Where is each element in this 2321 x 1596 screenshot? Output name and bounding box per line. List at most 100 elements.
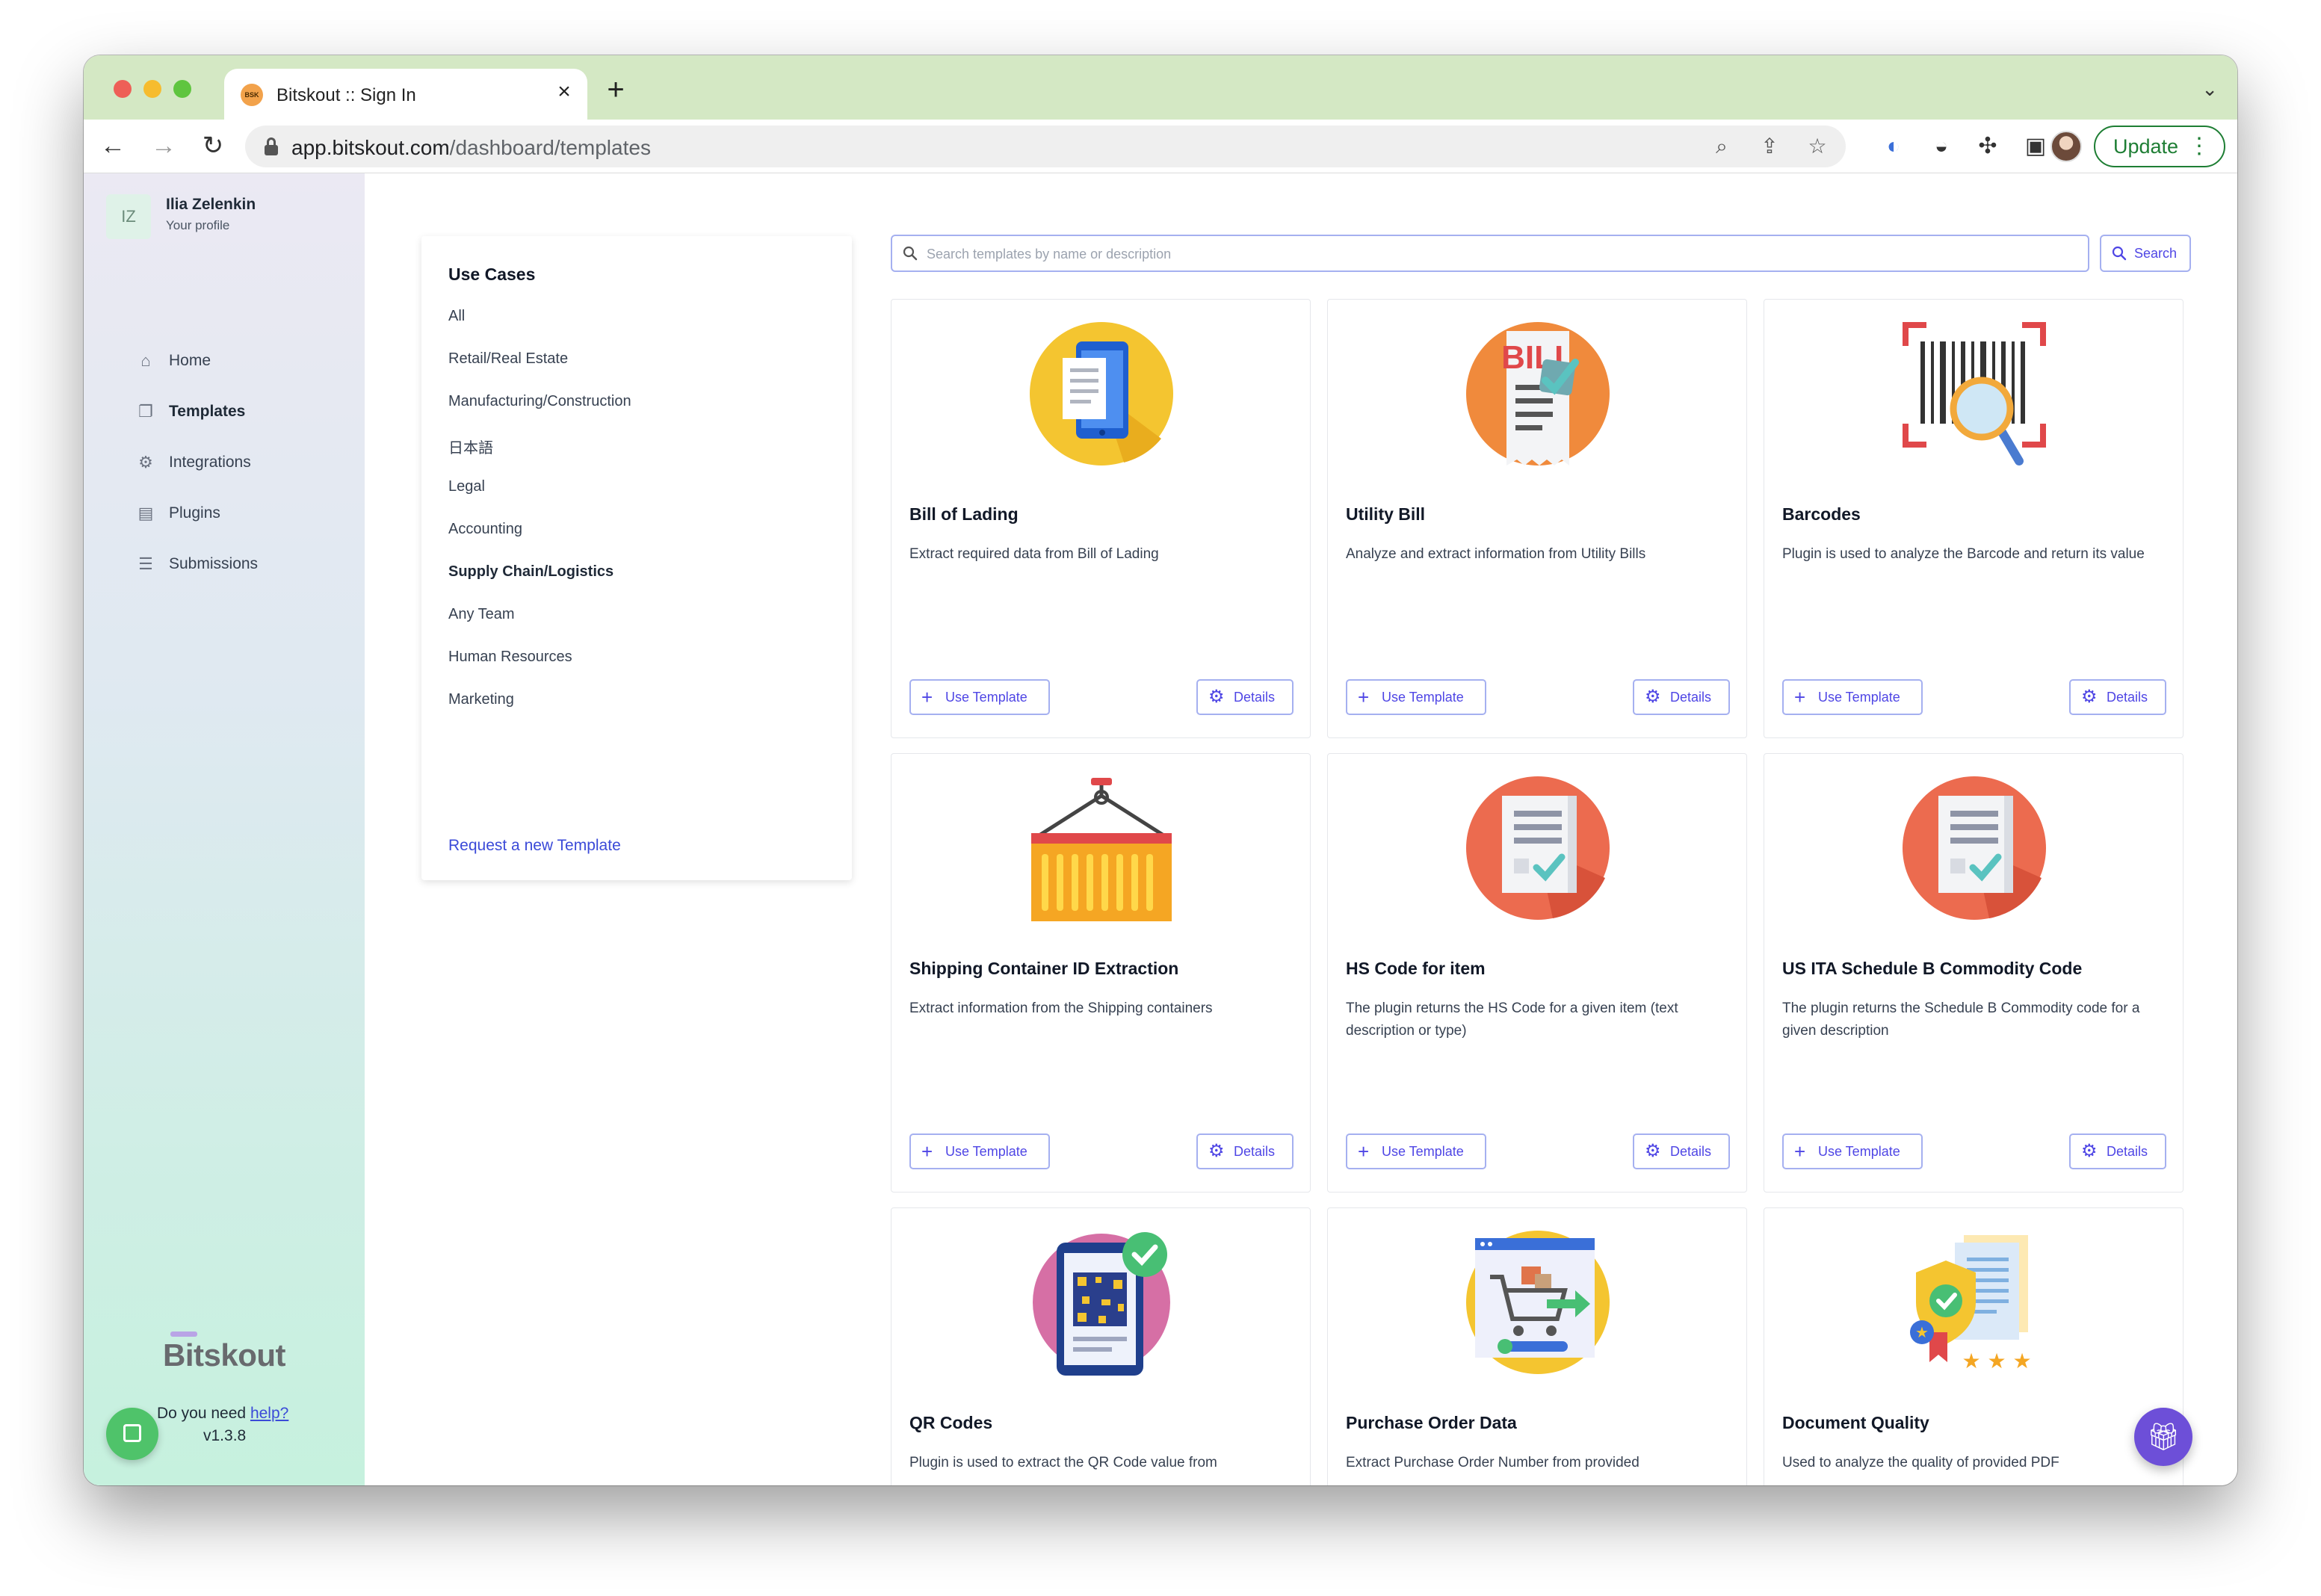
template-card: Shipping Container ID Extraction Extract… xyxy=(891,753,1311,1193)
template-description: Extract Purchase Order Number from provi… xyxy=(1346,1455,1639,1470)
use-case-retail[interactable]: Retail/Real Estate xyxy=(448,350,568,368)
maximize-window-button[interactable] xyxy=(173,80,191,98)
quality-badge-icon: ★ ★ ★ ★ xyxy=(1910,1235,2032,1373)
reload-icon[interactable]: ↻ xyxy=(196,129,230,163)
bookmark-star-icon[interactable]: ☆ xyxy=(1804,133,1831,160)
use-case-japanese[interactable]: 日本語 xyxy=(448,436,493,457)
template-title: Purchase Order Data xyxy=(1346,1413,1517,1432)
close-window-button[interactable] xyxy=(114,80,132,98)
help-text: Do you need help? xyxy=(157,1405,289,1422)
details-button[interactable]: ⚙ Details xyxy=(1196,679,1294,715)
back-icon[interactable]: ← xyxy=(96,129,130,163)
use-case-manufacturing[interactable]: Manufacturing/Construction xyxy=(448,393,631,410)
details-button[interactable]: ⚙ Details xyxy=(2069,1133,2166,1169)
sidebar: IZ Ilia Zelenkin Your profile ⌂ Home ❐ T… xyxy=(84,173,365,1485)
use-template-button[interactable]: + Use Template xyxy=(909,679,1050,715)
use-template-button[interactable]: + Use Template xyxy=(1346,1133,1486,1169)
menu-dots-icon: ⋮ xyxy=(2188,134,2210,158)
document-check-icon xyxy=(1903,776,2046,920)
use-template-button[interactable]: + Use Template xyxy=(1782,1133,1923,1169)
use-case-supply-chain[interactable]: Supply Chain/Logistics xyxy=(448,563,614,581)
tab-title: Bitskout :: Sign In xyxy=(276,85,416,105)
sidebar-item-submissions[interactable]: ☰ Submissions xyxy=(136,550,345,580)
brand-logo: Bitskout xyxy=(163,1337,286,1373)
browser-update-button[interactable]: Update ⋮ xyxy=(2094,126,2225,167)
template-card: QR Codes Plugin is used to extract the Q… xyxy=(891,1207,1311,1485)
use-template-button[interactable]: + Use Template xyxy=(1782,679,1923,715)
sidebar-item-home[interactable]: ⌂ Home xyxy=(136,347,345,377)
use-template-button[interactable]: + Use Template xyxy=(1346,679,1486,715)
search-field[interactable] xyxy=(891,235,2089,272)
sidepanel-icon[interactable]: ▣ xyxy=(2019,130,2052,163)
svg-text:★: ★ xyxy=(2012,1349,2031,1373)
template-title: HS Code for item xyxy=(1346,959,1486,978)
search-input[interactable] xyxy=(927,244,2048,265)
zoom-icon[interactable]: ⌕ xyxy=(1708,133,1735,160)
templates-icon: ❐ xyxy=(138,402,153,421)
bill-icon: BILL xyxy=(1466,322,1610,466)
request-template-link[interactable]: Request a new Template xyxy=(448,837,621,855)
template-card: Purchase Order Data Extract Purchase Ord… xyxy=(1327,1207,1747,1485)
use-case-marketing[interactable]: Marketing xyxy=(448,691,514,708)
help-link[interactable]: help? xyxy=(250,1405,288,1422)
details-button[interactable]: ⚙ Details xyxy=(1633,679,1730,715)
gear-icon: ⚙ xyxy=(2081,1141,2098,1161)
profile-name[interactable]: Ilia Zelenkin xyxy=(166,196,256,214)
gear-icon: ⚙ xyxy=(1645,1141,1661,1161)
plus-icon: + xyxy=(1358,1140,1370,1163)
search-button[interactable]: Search xyxy=(2100,235,2191,272)
template-card: Barcodes Plugin is used to analyze the B… xyxy=(1764,299,2184,738)
chat-help-button[interactable] xyxy=(106,1408,158,1460)
gear-icon: ⚙ xyxy=(138,453,153,471)
gift-icon[interactable]: 🎁︎ xyxy=(2134,1408,2192,1466)
extension-icon[interactable]: ◐ xyxy=(1877,130,1910,163)
share-icon[interactable]: ⇪ xyxy=(1756,133,1783,160)
details-button[interactable]: ⚙ Details xyxy=(2069,679,2166,715)
extension-disk-icon[interactable]: ◒ xyxy=(1925,130,1958,163)
list-icon: ☰ xyxy=(138,554,153,573)
template-title: Document Quality xyxy=(1782,1413,1929,1432)
mobile-document-icon xyxy=(1030,322,1173,466)
template-card: HS Code for item The plugin returns the … xyxy=(1327,753,1747,1193)
brand-accent xyxy=(170,1331,197,1337)
tab-favicon: BSK xyxy=(241,84,263,106)
use-cases-panel: Use Cases All Retail/Real Estate Manufac… xyxy=(421,236,852,880)
minimize-window-button[interactable] xyxy=(143,80,161,98)
profile-link[interactable]: Your profile xyxy=(166,218,229,233)
sidebar-item-plugins[interactable]: ▤ Plugins xyxy=(136,499,345,529)
address-bar[interactable]: app.bitskout.com/dashboard/templates ⌕ ⇪… xyxy=(245,126,1846,167)
use-case-legal[interactable]: Legal xyxy=(448,478,485,495)
use-template-button[interactable]: + Use Template xyxy=(909,1133,1050,1169)
app-content: IZ Ilia Zelenkin Your profile ⌂ Home ❐ T… xyxy=(84,173,2237,1485)
template-card: Bill of Lading Extract required data fro… xyxy=(891,299,1311,738)
svg-text:★: ★ xyxy=(1915,1323,1929,1341)
new-tab-button[interactable]: + xyxy=(599,73,632,106)
extensions-puzzle-icon[interactable]: ✣ xyxy=(1971,130,2004,163)
browser-profile-avatar[interactable] xyxy=(2050,131,2082,162)
profile-avatar[interactable]: IZ xyxy=(106,194,151,239)
template-card: US ITA Schedule B Commodity Code The plu… xyxy=(1764,753,2184,1193)
use-case-hr[interactable]: Human Resources xyxy=(448,649,572,666)
lock-icon[interactable] xyxy=(265,137,278,155)
chat-icon xyxy=(123,1424,141,1442)
tab-list-chevron-icon[interactable]: ⌄ xyxy=(2201,78,2218,101)
details-button[interactable]: ⚙ Details xyxy=(1196,1133,1294,1169)
browser-tab[interactable]: BSK Bitskout :: Sign In × xyxy=(224,69,587,120)
gear-icon: ⚙ xyxy=(1208,687,1225,707)
use-case-all[interactable]: All xyxy=(448,308,465,325)
forward-icon[interactable]: → xyxy=(146,129,181,163)
details-button[interactable]: ⚙ Details xyxy=(1633,1133,1730,1169)
sidebar-item-integrations[interactable]: ⚙ Integrations xyxy=(136,448,345,478)
tab-close-icon[interactable]: × xyxy=(551,79,577,105)
use-case-any-team[interactable]: Any Team xyxy=(448,606,515,623)
home-icon: ⌂ xyxy=(140,351,151,370)
url-text[interactable]: app.bitskout.com/dashboard/templates xyxy=(291,136,651,160)
template-description: Used to analyze the quality of provided … xyxy=(1782,1455,2059,1470)
template-description: The plugin returns the Schedule B Commod… xyxy=(1782,1000,2140,1039)
template-description: Analyze and extract information from Uti… xyxy=(1346,546,1646,562)
app-version: v1.3.8 xyxy=(203,1427,247,1444)
browser-titlebar: BSK Bitskout :: Sign In × + ⌄ xyxy=(84,55,2237,120)
sidebar-item-templates[interactable]: ❐ Templates xyxy=(136,398,345,427)
plus-icon: + xyxy=(1794,686,1806,708)
use-case-accounting[interactable]: Accounting xyxy=(448,521,522,538)
